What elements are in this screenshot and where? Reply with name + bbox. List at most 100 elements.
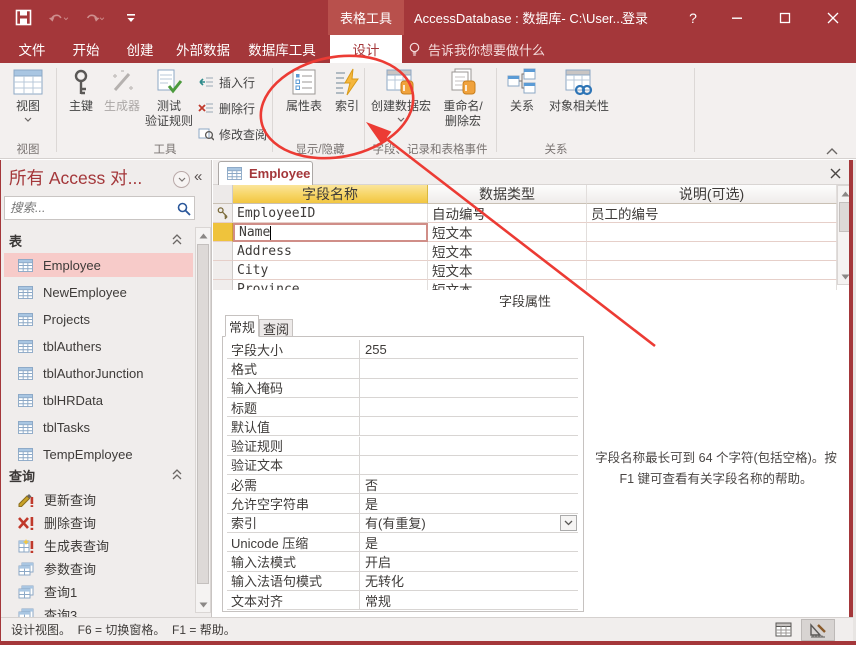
indexed-dropdown-button[interactable] bbox=[560, 515, 577, 531]
description-cell[interactable] bbox=[587, 223, 837, 242]
relationships-button[interactable]: 关系 bbox=[502, 68, 542, 114]
description-cell[interactable] bbox=[587, 242, 837, 261]
field-name-cell[interactable]: Province bbox=[233, 280, 428, 290]
insert-rows-button[interactable]: 插入行 bbox=[198, 71, 255, 93]
nav-pane-title[interactable]: 所有 Access 对... bbox=[9, 165, 142, 190]
nav-item-table[interactable]: tblTasks bbox=[4, 415, 193, 439]
nav-item-query[interactable]: 参数查询 bbox=[4, 557, 193, 580]
nav-item-query[interactable]: 删除查询 bbox=[4, 511, 193, 534]
test-validation-rules-button[interactable]: 测试验证规则 bbox=[142, 68, 196, 129]
sidebar-scrollbar[interactable] bbox=[195, 227, 211, 613]
property-row-indexed[interactable]: 索引 有(有重复) bbox=[227, 514, 578, 533]
row-selector[interactable] bbox=[213, 204, 233, 223]
datasheet-view-button[interactable] bbox=[770, 619, 797, 641]
property-row[interactable]: 验证文本 bbox=[227, 456, 578, 475]
tab-general[interactable]: 常规 bbox=[225, 315, 259, 337]
tab-create[interactable]: 创建 bbox=[116, 35, 164, 63]
field-row[interactable]: City 短文本 bbox=[213, 261, 837, 280]
tab-lookup[interactable]: 查阅 bbox=[259, 319, 293, 337]
primary-key-button[interactable]: 主键 bbox=[62, 68, 100, 114]
property-sheet-button[interactable]: 属性表 bbox=[282, 68, 326, 114]
property-row[interactable]: 输入掩码 bbox=[227, 379, 578, 398]
property-row[interactable]: 允许空字符串是 bbox=[227, 494, 578, 513]
document-close-button[interactable] bbox=[826, 164, 844, 182]
tab-external-data[interactable]: 外部数据 bbox=[170, 35, 236, 63]
property-row[interactable]: 格式 bbox=[227, 359, 578, 378]
help-button[interactable]: ? bbox=[678, 0, 708, 35]
data-type-cell[interactable]: 短文本 bbox=[428, 242, 587, 261]
contextual-tab-group[interactable]: 表格工具 bbox=[328, 0, 404, 35]
row-selector[interactable] bbox=[213, 242, 233, 261]
shutter-bar-close-button[interactable]: « bbox=[194, 168, 202, 185]
collapse-group-icon[interactable] bbox=[171, 469, 183, 480]
description-cell[interactable] bbox=[587, 261, 837, 280]
description-cell[interactable] bbox=[587, 280, 837, 290]
field-row[interactable]: Province 短文本 bbox=[213, 280, 837, 290]
property-row[interactable]: 验证规则 bbox=[227, 437, 578, 456]
scrollbar-thumb[interactable] bbox=[197, 244, 209, 584]
search-box[interactable] bbox=[4, 196, 195, 220]
customize-qat-button[interactable] bbox=[120, 7, 142, 29]
delete-rows-button[interactable]: 删除行 bbox=[198, 97, 255, 119]
property-row[interactable]: 标题 bbox=[227, 398, 578, 417]
indexes-button[interactable]: 索引 bbox=[328, 68, 366, 114]
row-selector-current[interactable] bbox=[213, 223, 233, 242]
undo-button[interactable] bbox=[48, 7, 70, 29]
redo-button[interactable] bbox=[84, 7, 106, 29]
data-type-cell[interactable]: 短文本 bbox=[428, 223, 587, 242]
maximize-button[interactable] bbox=[762, 0, 808, 35]
create-data-macros-button[interactable]: 创建数据宏 bbox=[370, 68, 432, 122]
field-name-cell-editing[interactable]: Name bbox=[233, 223, 428, 242]
tab-home[interactable]: 开始 bbox=[62, 35, 110, 63]
tab-design[interactable]: 设计 bbox=[330, 35, 402, 63]
property-row[interactable]: 默认值 bbox=[227, 417, 578, 436]
column-header-description[interactable]: 说明(可选) bbox=[587, 185, 837, 204]
nav-item-table[interactable]: Projects bbox=[4, 307, 193, 331]
column-header-field-name[interactable]: 字段名称 bbox=[233, 185, 428, 204]
tell-me-box[interactable]: 告诉我你想要做什么 bbox=[408, 35, 545, 63]
nav-item-table[interactable]: tblHRData bbox=[4, 388, 193, 412]
collapse-ribbon-button[interactable] bbox=[826, 143, 838, 158]
description-cell[interactable]: 员工的编号 bbox=[587, 204, 837, 223]
property-row[interactable]: Unicode 压缩是 bbox=[227, 533, 578, 552]
nav-item-table[interactable]: tblAuthers bbox=[4, 334, 193, 358]
close-button[interactable] bbox=[810, 0, 856, 35]
rename-delete-macro-button[interactable]: 重命名/删除宏 bbox=[434, 68, 492, 129]
field-row-current[interactable]: Name 短文本 bbox=[213, 223, 837, 242]
tables-group-header[interactable]: 表 bbox=[9, 231, 22, 250]
data-type-cell[interactable]: 自动编号 bbox=[428, 204, 587, 223]
object-dependencies-button[interactable]: 对象相关性 bbox=[546, 68, 612, 114]
nav-item-query[interactable]: 查询1 bbox=[4, 580, 193, 603]
view-button[interactable]: 视图 bbox=[6, 68, 50, 122]
queries-group-header[interactable]: 查询 bbox=[9, 466, 35, 485]
property-row[interactable]: 输入法模式开启 bbox=[227, 552, 578, 571]
nav-item-table[interactable]: NewEmployee bbox=[4, 280, 193, 304]
tab-database-tools[interactable]: 数据库工具 bbox=[242, 35, 322, 63]
data-type-cell[interactable]: 短文本 bbox=[428, 261, 587, 280]
property-row[interactable]: 字段大小255 bbox=[227, 340, 578, 359]
property-row[interactable]: 必需否 bbox=[227, 475, 578, 494]
property-row[interactable]: 文本对齐常规 bbox=[227, 591, 578, 610]
field-name-cell[interactable]: EmployeeID bbox=[233, 204, 428, 223]
nav-item-table[interactable]: TempEmployee bbox=[4, 442, 193, 466]
search-icon[interactable] bbox=[177, 202, 191, 216]
search-input[interactable] bbox=[10, 199, 170, 217]
nav-item-table[interactable]: tblAuthorJunction bbox=[4, 361, 193, 385]
column-header-data-type[interactable]: 数据类型 bbox=[428, 185, 587, 204]
modify-lookups-button[interactable]: 修改查阅 bbox=[198, 123, 267, 145]
sign-in-button[interactable]: 登录 bbox=[612, 0, 658, 35]
data-type-cell[interactable]: 短文本 bbox=[428, 280, 587, 290]
nav-pane-menu-button[interactable] bbox=[173, 171, 190, 188]
field-name-cell[interactable]: Address bbox=[233, 242, 428, 261]
nav-item-query[interactable]: 生成表查询 bbox=[4, 534, 193, 557]
property-row[interactable]: 输入法语句模式无转化 bbox=[227, 572, 578, 591]
row-selector[interactable] bbox=[213, 280, 233, 290]
document-tab-employee[interactable]: Employee bbox=[218, 161, 313, 185]
row-selector[interactable] bbox=[213, 261, 233, 280]
nav-item-table[interactable]: Employee bbox=[4, 253, 193, 277]
field-row[interactable]: EmployeeID 自动编号 员工的编号 bbox=[213, 204, 837, 223]
nav-item-query[interactable]: 更新查询 bbox=[4, 488, 193, 511]
field-name-cell[interactable]: City bbox=[233, 261, 428, 280]
collapse-group-icon[interactable] bbox=[171, 234, 183, 245]
field-row[interactable]: Address 短文本 bbox=[213, 242, 837, 261]
